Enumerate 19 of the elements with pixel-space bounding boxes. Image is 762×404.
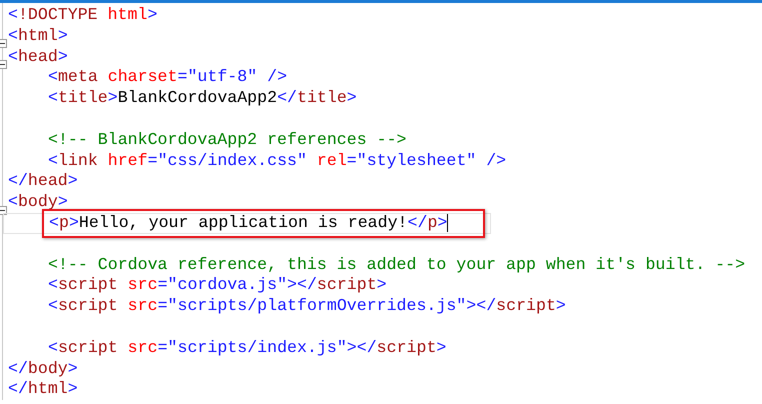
code-line: <link href="css/index.css" rel="stylesheet" /> — [47, 150, 506, 172]
collapse-icon[interactable] — [0, 60, 7, 69]
code-line: <script src="scripts/platformOverrides.js"></script> — [47, 296, 566, 317]
code-line: <!DOCTYPE html> — [8, 5, 158, 26]
code-line: </head> — [8, 171, 78, 192]
code-line: <!-- BlankCordovaApp2 references --> — [47, 130, 406, 151]
code-line: <html> — [8, 26, 68, 47]
code-line: <p>Hello, your application is ready!</p> — [48, 212, 448, 234]
code-line: <!-- Cordova reference, this is added to your app when it's built. --> — [47, 254, 746, 276]
code-line: <body> — [8, 192, 68, 213]
code-line: <script src="scripts/index.js"></script> — [47, 338, 446, 359]
code-line: <meta charset="utf-8" /> — [47, 67, 288, 88]
code-line: <head> — [8, 46, 68, 68]
code-line: <script src="cordova.js"></script> — [47, 275, 387, 296]
code-line: </html> — [8, 379, 78, 400]
code-line: </body> — [8, 358, 78, 380]
collapse-icon[interactable] — [0, 39, 7, 48]
code-line: <title>BlankCordovaApp2</title> — [47, 88, 357, 109]
collapse-icon[interactable] — [0, 206, 7, 215]
